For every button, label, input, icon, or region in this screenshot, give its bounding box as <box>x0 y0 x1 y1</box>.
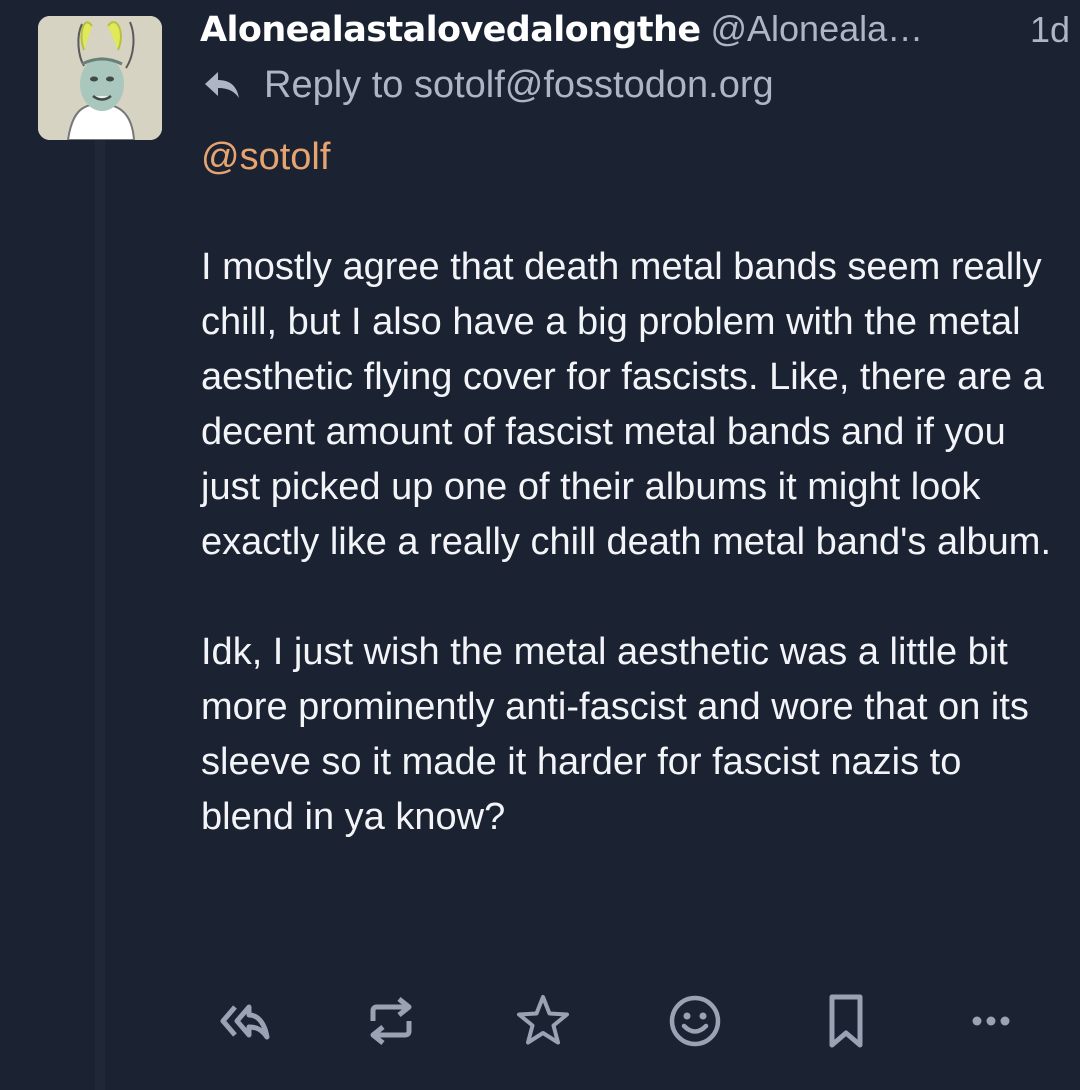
boost-button[interactable] <box>358 990 424 1052</box>
status-header: Alonealastalovedalongthe @Aloneala… <box>200 8 1050 54</box>
account-handle[interactable]: @Aloneala… <box>710 8 923 49</box>
more-options-button[interactable] <box>958 990 1024 1052</box>
thread-connector-line <box>95 140 105 1090</box>
bookmark-icon <box>829 994 863 1048</box>
status-action-bar <box>200 990 1040 1052</box>
more-dots-icon <box>972 1016 1010 1026</box>
react-button[interactable] <box>662 990 728 1052</box>
smiley-icon <box>669 995 721 1047</box>
status-content: @sotolf I mostly agree that death metal … <box>201 130 1061 845</box>
status-paragraph: I mostly agree that death metal bands se… <box>201 246 1052 563</box>
display-name[interactable]: Alonealastalovedalongthe <box>200 10 701 50</box>
bookmark-button[interactable] <box>813 990 879 1052</box>
reply-to-text: Reply to sotolf@fosstodon.org <box>264 63 774 106</box>
repeat-icon <box>370 997 412 1045</box>
favourite-button[interactable] <box>510 990 576 1052</box>
reply-to-indicator[interactable]: Reply to sotolf@fosstodon.org <box>202 62 774 108</box>
reply-all-button[interactable] <box>205 990 271 1052</box>
avatar-image <box>38 16 162 140</box>
reply-icon <box>202 68 242 102</box>
status-paragraph: Idk, I just wish the metal aesthetic was… <box>201 631 1029 838</box>
avatar[interactable] <box>38 16 162 140</box>
star-icon <box>517 995 569 1045</box>
mention-link[interactable]: @sotolf <box>201 130 1061 185</box>
status-timestamp[interactable]: 1d <box>1027 9 1070 51</box>
reply-all-icon <box>220 1004 270 1040</box>
